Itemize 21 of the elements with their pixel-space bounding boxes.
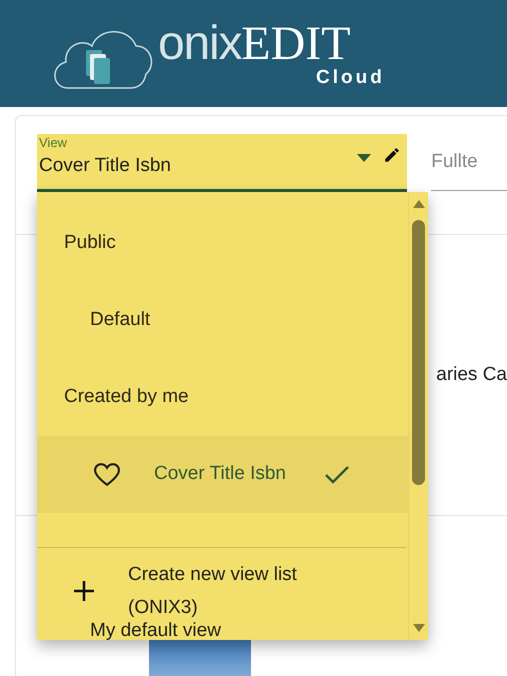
select-value: Cover Title Isbn — [39, 154, 172, 178]
scroll-down-icon[interactable] — [412, 624, 424, 632]
check-icon — [324, 464, 350, 484]
fulltext-field[interactable]: Fullte — [431, 134, 507, 191]
select-label: View — [39, 135, 68, 152]
group-heading: Created by me — [63, 385, 190, 410]
plus-icon — [72, 579, 96, 603]
logo-text: onix — [158, 20, 242, 68]
scrollbar-thumb[interactable] — [412, 220, 425, 485]
logo-subtitle: Cloud — [316, 68, 385, 87]
table-cell-text: aries Ca — [436, 362, 507, 387]
menu-item[interactable]: Default — [37, 282, 408, 359]
view-select[interactable]: View Cover Title Isbn — [37, 134, 408, 192]
edit-pencil-icon[interactable] — [383, 146, 402, 164]
scroll-up-icon[interactable] — [412, 200, 424, 208]
dropdown-caret-icon — [357, 154, 372, 162]
heart-icon — [94, 462, 120, 486]
group-heading: Public — [63, 231, 117, 256]
menu-item[interactable]: Cover Title Isbn — [37, 436, 408, 513]
logo-text: EDIT — [241, 20, 351, 68]
scrollbar[interactable] — [408, 192, 428, 640]
